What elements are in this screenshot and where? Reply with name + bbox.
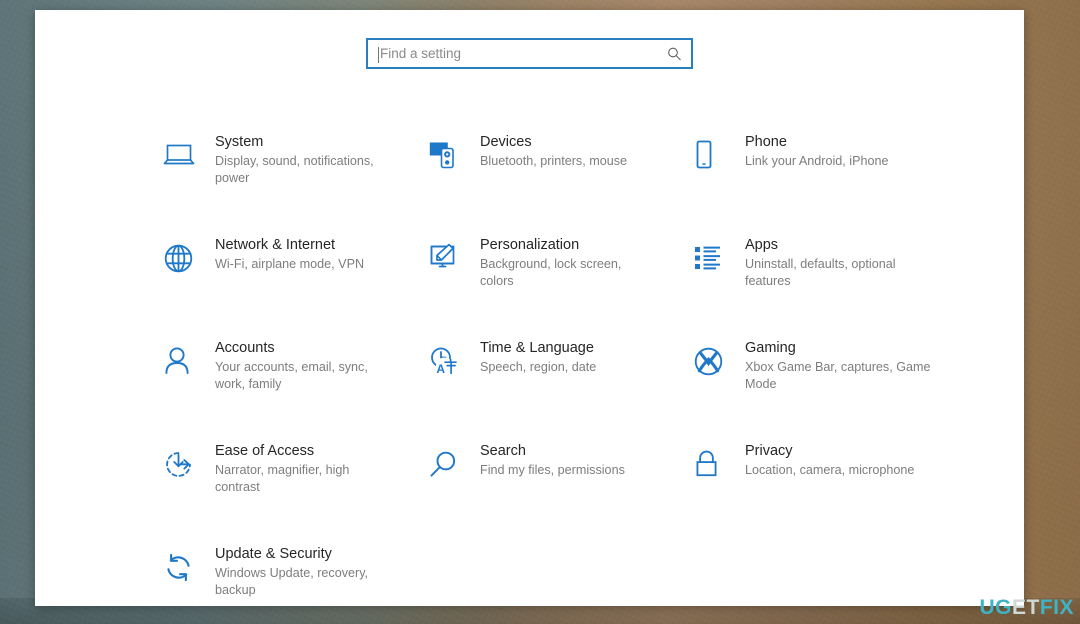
settings-tile-text: Phone Link your Android, iPhone: [745, 132, 889, 170]
settings-tile-text: Accounts Your accounts, email, sync, wor…: [215, 338, 393, 393]
settings-tile-text: System Display, sound, notifications, po…: [215, 132, 393, 187]
settings-tile-text: Network & Internet Wi-Fi, airplane mode,…: [215, 235, 364, 273]
phone-icon: [693, 132, 745, 176]
settings-window: System Display, sound, notifications, po…: [35, 10, 1024, 606]
ease-of-access-icon: [163, 441, 215, 485]
watermark-part-3: FIX: [1039, 596, 1074, 619]
settings-tile-gaming[interactable]: Gaming Xbox Game Bar, captures, Game Mod…: [693, 338, 958, 441]
settings-tile-text: Apps Uninstall, defaults, optional featu…: [745, 235, 931, 290]
text-caret: [378, 47, 379, 63]
settings-tile-title: Accounts: [215, 340, 275, 356]
settings-tile-title: Update & Security: [215, 546, 332, 562]
devices-icon: [428, 132, 480, 176]
settings-tile-title: System: [215, 134, 264, 150]
settings-tile-title: Privacy: [745, 443, 793, 459]
magnifier-icon: [428, 441, 480, 485]
settings-tile-ease-of-access[interactable]: Ease of Access Narrator, magnifier, high…: [163, 441, 428, 544]
settings-tile-title: Apps: [745, 237, 779, 253]
settings-tile-search[interactable]: Search Find my files, permissions: [428, 441, 693, 544]
paintbrush-monitor-icon: [428, 235, 480, 279]
settings-tile-description: Narrator, magnifier, high contrast: [215, 463, 350, 494]
settings-tile-description: Uninstall, defaults, optional features: [745, 257, 896, 288]
settings-tile-description: Windows Update, recovery, backup: [215, 566, 369, 597]
settings-tile-devices[interactable]: Devices Bluetooth, printers, mouse: [428, 132, 693, 235]
settings-tile-network-internet[interactable]: Network & Internet Wi-Fi, airplane mode,…: [163, 235, 428, 338]
settings-tile-description: Background, lock screen, colors: [480, 257, 622, 288]
settings-category-grid: System Display, sound, notifications, po…: [163, 132, 973, 606]
settings-tile-system[interactable]: System Display, sound, notifications, po…: [163, 132, 428, 235]
settings-tile-title: Time & Language: [480, 340, 594, 356]
settings-tile-phone[interactable]: Phone Link your Android, iPhone: [693, 132, 958, 235]
search-input[interactable]: [368, 40, 691, 67]
settings-tile-description: Location, camera, microphone: [745, 463, 915, 477]
settings-tile-text: Gaming Xbox Game Bar, captures, Game Mod…: [745, 338, 931, 393]
refresh-icon: [163, 544, 215, 588]
settings-tile-title: Network & Internet: [215, 237, 336, 253]
list-icon: [693, 235, 745, 279]
settings-tile-description: Display, sound, notifications, power: [215, 154, 374, 185]
settings-tile-description: Speech, region, date: [480, 360, 597, 374]
settings-tile-privacy[interactable]: Privacy Location, camera, microphone: [693, 441, 958, 544]
clock-language-icon: A: [428, 338, 480, 382]
settings-tile-update-security[interactable]: Update & Security Windows Update, recove…: [163, 544, 428, 606]
settings-tile-personalization[interactable]: Personalization Background, lock screen,…: [428, 235, 693, 338]
watermark-part-1: UG: [979, 596, 1012, 619]
settings-tile-title: Devices: [480, 134, 532, 150]
settings-tile-text: Ease of Access Narrator, magnifier, high…: [215, 441, 393, 496]
settings-tile-description: Xbox Game Bar, captures, Game Mode: [745, 360, 931, 391]
laptop-icon: [163, 132, 215, 176]
settings-tile-text: Time & Language Speech, region, date: [480, 338, 596, 376]
search-row: [35, 38, 1024, 69]
settings-tile-text: Devices Bluetooth, printers, mouse: [480, 132, 627, 170]
settings-tile-description: Link your Android, iPhone: [745, 154, 889, 168]
globe-icon: [163, 235, 215, 279]
search-icon[interactable]: [667, 46, 682, 61]
search-box[interactable]: [366, 38, 693, 69]
settings-tile-accounts[interactable]: Accounts Your accounts, email, sync, wor…: [163, 338, 428, 441]
settings-tile-title: Search: [480, 443, 526, 459]
person-icon: [163, 338, 215, 382]
settings-tile-text: Privacy Location, camera, microphone: [745, 441, 914, 479]
settings-tile-description: Bluetooth, printers, mouse: [480, 154, 628, 168]
settings-tile-description: Your accounts, email, sync, work, family: [215, 360, 368, 391]
settings-tile-title: Gaming: [745, 340, 796, 356]
settings-tile-description: Find my files, permissions: [480, 463, 625, 477]
svg-text:A: A: [436, 362, 445, 376]
watermark-part-2: ET: [1011, 596, 1040, 619]
settings-tile-apps[interactable]: Apps Uninstall, defaults, optional featu…: [693, 235, 958, 338]
settings-tile-text: Search Find my files, permissions: [480, 441, 625, 479]
settings-tile-text: Personalization Background, lock screen,…: [480, 235, 658, 290]
settings-tile-title: Phone: [745, 134, 787, 150]
settings-tile-title: Ease of Access: [215, 443, 315, 459]
settings-tile-description: Wi-Fi, airplane mode, VPN: [215, 257, 365, 271]
xbox-icon: [693, 338, 745, 382]
settings-tile-time-language[interactable]: A Time & Language Speech, region, date: [428, 338, 693, 441]
lock-icon: [693, 441, 745, 485]
settings-tile-text: Update & Security Windows Update, recove…: [215, 544, 393, 599]
settings-tile-title: Personalization: [480, 237, 580, 253]
ugetfix-watermark: UGETFIX: [979, 597, 1074, 618]
